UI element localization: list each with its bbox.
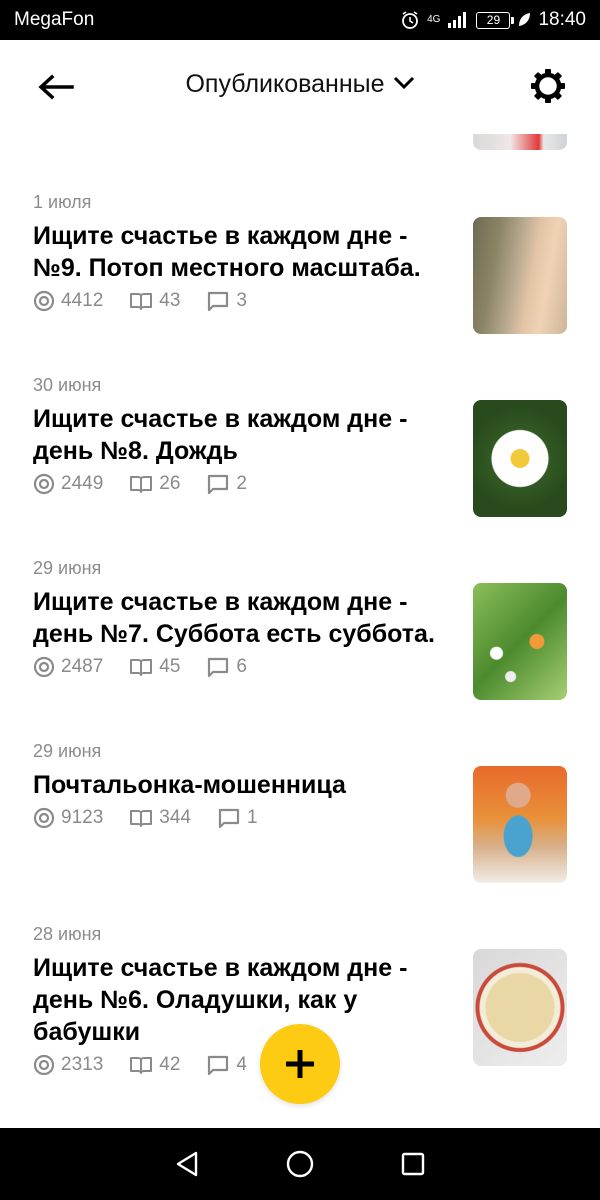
book-icon	[130, 1057, 153, 1074]
chevron-down-icon	[393, 77, 414, 90]
comments-count: 4	[236, 1054, 247, 1075]
post-title[interactable]: Ищите счастье в каждом дне - день №7. Су…	[33, 586, 453, 650]
app-header: Опубликованные	[0, 40, 600, 134]
post-date: 29 июня	[33, 558, 102, 578]
comments-count: 6	[236, 656, 247, 677]
views-count: 2449	[61, 473, 104, 494]
section-dropdown[interactable]: Опубликованные	[0, 70, 600, 99]
post-stats: 2313 42 4	[33, 1054, 273, 1076]
page-title: Опубликованные	[185, 70, 385, 98]
post-date: 30 июня	[33, 375, 102, 395]
clock: 18:40	[538, 9, 586, 30]
views-stat: 4412	[33, 290, 103, 312]
system-home-button[interactable]	[280, 1144, 320, 1184]
home-circle-icon	[286, 1150, 314, 1178]
carrier-name: MegaFon	[14, 9, 95, 30]
views-stat: 2487	[33, 656, 103, 678]
reads-stat: 26	[129, 473, 180, 495]
post-date: 28 июня	[33, 924, 102, 944]
post-stats: 4412 43 3	[33, 290, 273, 312]
status-icons: 4G 29 18:40	[400, 9, 586, 31]
views-stat: 2449	[33, 473, 103, 495]
post-title[interactable]: Ищите счастье в каждом дне - день №6. Ол…	[33, 952, 453, 1048]
create-post-button[interactable]	[260, 1024, 340, 1104]
comments-count: 3	[236, 290, 247, 311]
reads-count: 344	[159, 807, 191, 828]
book-icon	[130, 476, 153, 493]
reads-stat: 42	[129, 1054, 180, 1076]
eye-icon	[33, 807, 55, 829]
post-title[interactable]: Ищите счастье в каждом дне - день №8. До…	[33, 403, 453, 467]
gear-icon	[531, 69, 565, 103]
reads-count: 42	[159, 1054, 181, 1075]
comment-icon	[208, 657, 229, 678]
plus-icon	[286, 1050, 314, 1078]
network-type: 4G	[427, 14, 441, 25]
signal-icon	[448, 12, 467, 28]
eye-icon	[33, 1054, 55, 1076]
system-back-button[interactable]	[167, 1144, 207, 1184]
comments-stat: 6	[206, 656, 247, 678]
comments-stat: 2	[206, 473, 247, 495]
system-nav-bar	[0, 1128, 600, 1200]
post-stats: 9123 344 1	[33, 807, 284, 829]
comments-count: 2	[236, 473, 247, 494]
leaf-icon	[519, 13, 531, 26]
comment-icon	[208, 474, 229, 495]
views-count: 4412	[61, 290, 104, 311]
battery-indicator: 29	[476, 11, 515, 29]
post-thumbnail[interactable]	[473, 217, 567, 334]
post-stats: 2449 26 2	[33, 473, 273, 495]
post-thumbnail-partial[interactable]	[473, 134, 567, 150]
views-stat: 9123	[33, 807, 103, 829]
post-thumbnail[interactable]	[473, 400, 567, 517]
recents-square-icon	[402, 1152, 425, 1176]
views-count: 2487	[61, 656, 104, 677]
comment-icon	[218, 808, 240, 829]
views-count: 2313	[61, 1054, 104, 1075]
post-date: 1 июля	[33, 192, 92, 212]
eye-icon	[33, 290, 55, 312]
comment-icon	[208, 291, 229, 312]
settings-button[interactable]	[530, 68, 566, 104]
views-stat: 2313	[33, 1054, 103, 1076]
comments-count: 1	[246, 807, 258, 828]
comments-stat: 4	[206, 1054, 247, 1076]
post-thumbnail[interactable]	[473, 583, 567, 700]
eye-icon	[33, 473, 55, 495]
book-icon	[130, 659, 153, 676]
back-triangle-icon	[176, 1151, 197, 1177]
book-icon	[130, 810, 153, 827]
reads-stat: 344	[129, 807, 191, 829]
eye-icon	[33, 656, 55, 678]
post-thumbnail[interactable]	[473, 766, 567, 883]
reads-count: 45	[159, 656, 181, 677]
comments-stat: 3	[206, 290, 247, 312]
book-icon	[130, 293, 153, 310]
comment-icon	[208, 1055, 229, 1076]
reads-count: 43	[159, 290, 181, 311]
reads-stat: 45	[129, 656, 180, 678]
alarm-icon	[402, 11, 419, 29]
status-bar: MegaFon 4G 29 18:40	[0, 0, 600, 40]
reads-count: 26	[159, 473, 181, 494]
views-count: 9123	[61, 807, 104, 828]
post-title[interactable]: Ищите счастье в каждом дне - №9. Потоп м…	[33, 220, 453, 284]
comments-stat: 1	[217, 807, 258, 829]
system-recents-button[interactable]	[393, 1144, 433, 1184]
post-thumbnail[interactable]	[473, 949, 567, 1066]
post-title[interactable]: Почтальонка-мошенница	[33, 769, 453, 801]
published-feed[interactable]: 1 июля Ищите счастье в каждом дне - №9. …	[0, 134, 600, 1128]
post-date: 29 июня	[33, 741, 102, 761]
post-stats: 2487 45 6	[33, 656, 273, 678]
reads-stat: 43	[129, 290, 180, 312]
